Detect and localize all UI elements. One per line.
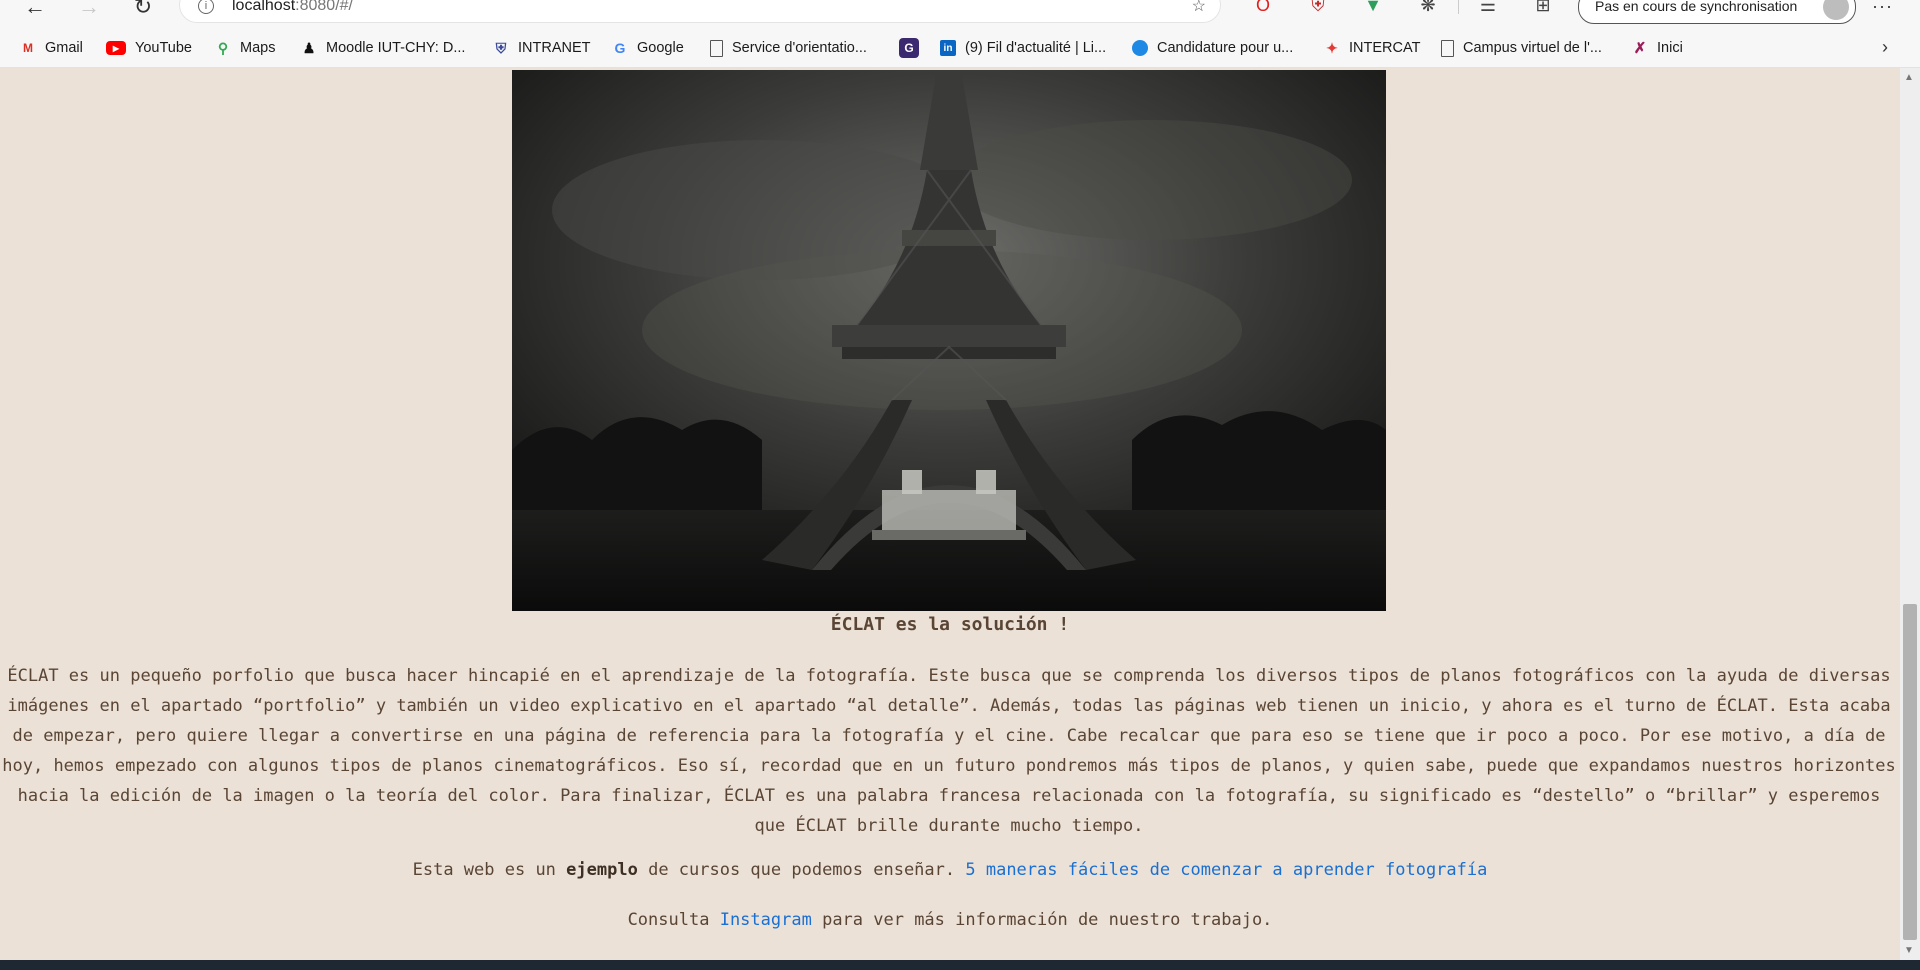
scroll-up-icon[interactable]: ▲: [1904, 72, 1914, 83]
bookmark-gmail[interactable]: M Gmail: [20, 37, 83, 59]
maps-icon: ⚲: [217, 39, 229, 56]
contact-suffix: para ver más información de nuestro trab…: [822, 910, 1273, 930]
bookmark-label: Google: [637, 40, 684, 56]
bookmark-campus-virtuel[interactable]: Campus virtuel de l'...: [1441, 37, 1602, 59]
bookmark-label: Inici: [1657, 40, 1683, 56]
bookmark-label: INTERCAT: [1349, 40, 1421, 56]
inici-icon: ✗: [1633, 40, 1647, 57]
course-link[interactable]: 5 maneras fáciles de comenzar a aprender…: [965, 860, 1487, 880]
bookmark-label: (9) Fil d'actualité | Li...: [965, 40, 1107, 56]
bookmark-intercat[interactable]: ✦ INTERCAT: [1324, 37, 1420, 59]
course-emphasis: ejemplo: [566, 860, 638, 880]
page-icon: [710, 39, 723, 57]
page-viewport: ÉCLAT es la solución ! ÉCLAT es un peque…: [0, 68, 1900, 960]
address-bar[interactable]: i localhost:8080/#/ ☆: [180, 0, 1220, 22]
reload-button[interactable]: ↻: [128, 0, 158, 22]
bookmark-label: YouTube: [135, 40, 192, 56]
shield-extension-icon[interactable]: ⛨: [1307, 0, 1329, 16]
address-path: :8080/#/: [295, 0, 353, 14]
intro-paragraph: ÉCLAT es un pequeño porfolio que busca h…: [2, 666, 1896, 836]
globe-icon: [1132, 40, 1148, 56]
bookmark-label: Maps: [240, 40, 276, 56]
intranet-icon: ⛨: [495, 39, 507, 56]
bookmark-linkedin[interactable]: in (9) Fil d'actualité | Li...: [940, 37, 1106, 59]
browser-toolbar: ← → ↻ i localhost:8080/#/ ☆ O ⛨ ▼ ❋ ☰ ⊞ …: [0, 0, 1920, 28]
intercat-icon: ✦: [1326, 39, 1338, 56]
sync-button[interactable]: Pas en cours de synchronisation: [1578, 0, 1856, 24]
address-host: localhost: [232, 0, 296, 14]
linkedin-icon: in: [940, 40, 956, 56]
contact-line: Consulta Instagram para ver más informac…: [0, 910, 1900, 930]
eiffel-tower-image: [512, 70, 1386, 611]
bookmark-maps[interactable]: ⚲ Maps: [215, 37, 276, 59]
bookmark-service-orientation[interactable]: Service d'orientatio...: [710, 37, 867, 59]
bookmark-g-app[interactable]: G: [899, 37, 919, 59]
back-button[interactable]: ←: [20, 0, 50, 22]
arrow-right-icon: →: [78, 0, 100, 19]
eiffel-tower-photo: [512, 70, 1386, 611]
chevron-right-icon[interactable]: ›: [1882, 37, 1888, 58]
bookmark-inici[interactable]: ✗ Inici: [1632, 37, 1683, 59]
scroll-thumb[interactable]: [1903, 604, 1917, 940]
bookmark-label: Gmail: [45, 40, 83, 56]
youtube-icon: ▶: [106, 41, 126, 55]
bookmark-youtube[interactable]: ▶ YouTube: [106, 37, 192, 59]
bookmark-moodle[interactable]: ♟ Moodle IUT-CHY: D...: [301, 37, 466, 59]
course-prefix: Esta web es un: [412, 860, 556, 880]
google-icon: G: [614, 40, 626, 56]
arrow-left-icon: ←: [24, 0, 46, 19]
bookmarks-bar: M Gmail ▶ YouTube ⚲ Maps ♟ Moodle IUT-CH…: [0, 28, 1920, 68]
bookmark-label: Candidature pour u...: [1157, 40, 1294, 56]
bookmark-candidature[interactable]: Candidature pour u...: [1132, 37, 1293, 59]
extensions-icon[interactable]: ❋: [1417, 0, 1439, 16]
gmail-icon: M: [23, 41, 33, 55]
scroll-down-icon[interactable]: ▼: [1904, 945, 1914, 956]
avatar: [1823, 0, 1849, 20]
bookmark-label: Moodle IUT-CHY: D...: [326, 40, 466, 56]
more-menu-icon[interactable]: ···: [1872, 0, 1893, 17]
toolbar-divider: [1458, 0, 1459, 14]
favorites-icon[interactable]: ☰: [1477, 0, 1499, 16]
bookmark-label: Service d'orientatio...: [732, 40, 867, 56]
bookmark-google[interactable]: G Google: [612, 37, 684, 59]
taskbar-strip: [0, 960, 1920, 970]
course-line: Esta web es un ejemplo de cursos que pod…: [0, 860, 1900, 880]
bookmark-label: Campus virtuel de l'...: [1463, 40, 1602, 56]
forward-button[interactable]: →: [74, 0, 104, 22]
course-middle: de cursos que podemos enseñar.: [648, 860, 956, 880]
g-app-icon: G: [899, 38, 919, 58]
collections-icon[interactable]: ⊞: [1532, 0, 1554, 16]
address-text[interactable]: localhost:8080/#/: [232, 0, 353, 15]
bookmark-label: INTRANET: [518, 40, 591, 56]
sync-button-label: Pas en cours de synchronisation: [1595, 0, 1798, 14]
bookmark-intranet[interactable]: ⛨ INTRANET: [493, 37, 591, 59]
add-favorite-icon[interactable]: ☆: [1192, 0, 1206, 16]
vue-devtools-icon[interactable]: ▼: [1362, 0, 1384, 16]
page-scrollbar[interactable]: ▲ ▼: [1900, 68, 1920, 960]
page-caption: ÉCLAT es la solución !: [830, 614, 1070, 635]
moodle-icon: ♟: [302, 39, 316, 56]
contact-prefix: Consulta: [627, 910, 710, 930]
opera-extension-icon[interactable]: O: [1252, 0, 1274, 16]
page-icon: [1441, 39, 1454, 57]
info-icon[interactable]: i: [198, 0, 214, 14]
reload-icon: ↻: [133, 0, 153, 19]
instagram-link[interactable]: Instagram: [720, 910, 812, 930]
